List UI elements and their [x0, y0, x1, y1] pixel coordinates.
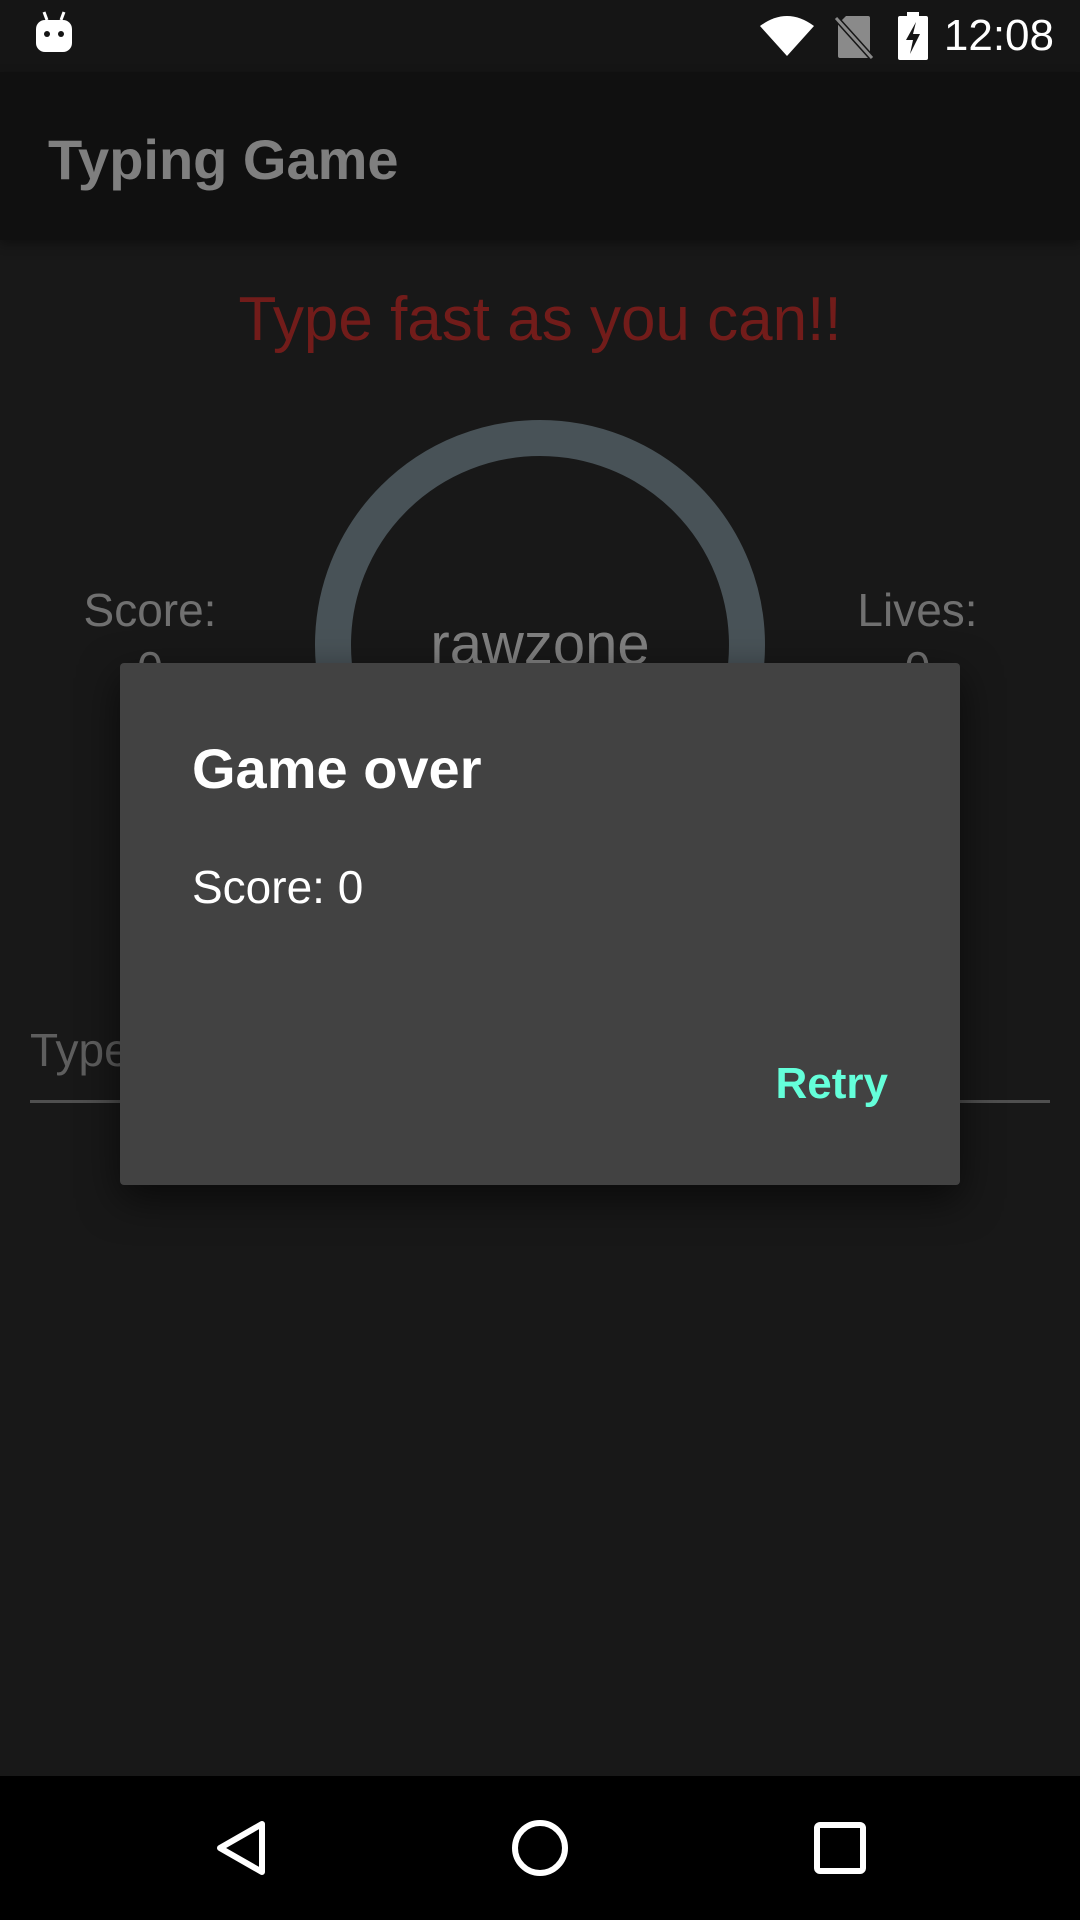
home-icon[interactable]	[490, 1798, 590, 1898]
battery-charging-icon	[898, 12, 928, 65]
dialog-message: Score: 0	[192, 861, 364, 913]
navigation-bar	[0, 1776, 1080, 1920]
wifi-icon	[758, 14, 816, 63]
status-time: 12:08	[943, 11, 1054, 60]
dialog-title: Game over	[192, 737, 482, 800]
retry-button[interactable]: Retry	[744, 1039, 921, 1129]
android-notification-icon	[34, 10, 74, 59]
back-icon[interactable]	[190, 1798, 290, 1898]
game-over-dialog: Game over Score: 0 Retry	[120, 663, 960, 1185]
recents-icon[interactable]	[790, 1798, 890, 1898]
status-bar: 12:08	[0, 0, 1080, 72]
no-sim-icon	[833, 14, 875, 65]
